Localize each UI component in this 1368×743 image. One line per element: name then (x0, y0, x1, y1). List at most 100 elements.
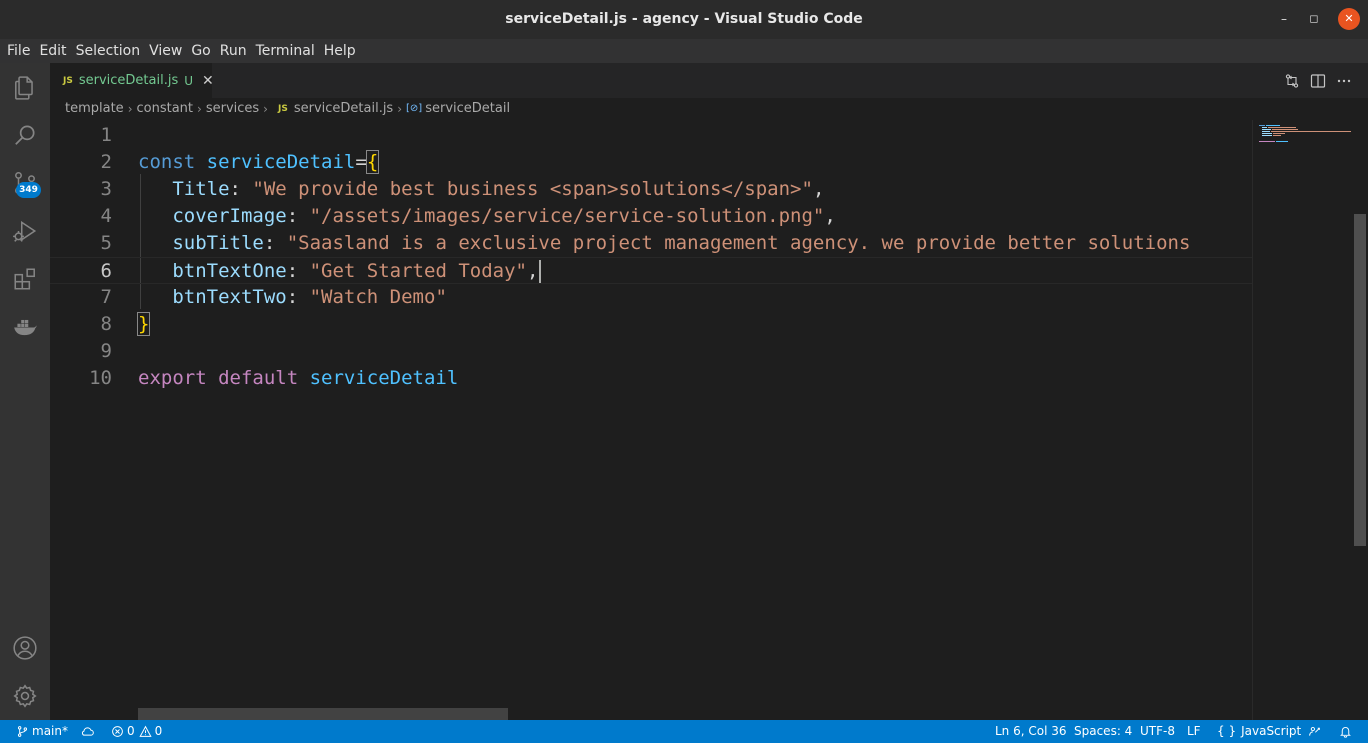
code-line[interactable]: 5 subTitle: "Saasland is a exclusive pro… (50, 230, 1252, 257)
code-token: btnTextTwo (172, 286, 287, 308)
code-token: , (824, 205, 836, 227)
maximize-button[interactable]: ◻ (1303, 8, 1325, 30)
code-token: , (526, 260, 539, 282)
menu-selection[interactable]: Selection (72, 39, 144, 63)
menu-edit[interactable]: Edit (35, 39, 69, 63)
code-token: "We provide best business <span>solution… (252, 178, 813, 200)
line-number: 1 (100, 124, 112, 146)
open-changes-icon[interactable] (1282, 71, 1302, 91)
code-token: : (286, 286, 310, 308)
code-editor[interactable]: 1 2 const serviceDetail={3 Title: "We prov… (50, 120, 1252, 720)
untracked-status: U (184, 73, 194, 88)
breadcrumb-file[interactable]: serviceDetail.js (294, 98, 393, 120)
breadcrumb: template › constant › services › JS serv… (65, 98, 510, 120)
more-actions-icon[interactable] (1334, 71, 1354, 91)
code-token: : (286, 205, 310, 227)
code-text: btnTextTwo: "Watch Demo" (138, 284, 447, 311)
code-text: subTitle: "Saasland is a exclusive proje… (138, 230, 1190, 257)
activity-bar: 349 (0, 63, 50, 720)
code-line[interactable]: 1 (50, 122, 1252, 149)
breadcrumb-constant[interactable]: constant (137, 98, 194, 120)
chevron-right-icon: › (197, 102, 202, 116)
menu-terminal[interactable]: Terminal (252, 39, 318, 63)
feedback-icon[interactable] (1308, 720, 1324, 743)
code-token: "Get Started Today" (309, 260, 527, 282)
code-line[interactable]: 3 Title: "We provide best business <span… (50, 176, 1252, 203)
menu-run[interactable]: Run (216, 39, 250, 63)
code-text: export default serviceDetail (138, 365, 458, 392)
code-line[interactable]: 4 coverImage: "/assets/images/service/se… (50, 203, 1252, 230)
text-cursor (539, 260, 541, 283)
horizontal-scrollbar-thumb[interactable] (138, 708, 508, 720)
code-token: serviceDetail (309, 367, 459, 389)
tab-servicedetail-js[interactable]: JS serviceDetail.js U ✕ (50, 63, 214, 98)
tab-close-icon[interactable]: ✕ (202, 73, 214, 89)
search-icon[interactable] (0, 111, 50, 159)
split-editor-icon[interactable] (1308, 71, 1328, 91)
chevron-right-icon: › (397, 102, 403, 116)
code-token: default (218, 367, 310, 389)
warning-icon (139, 725, 152, 737)
chevron-right-icon: › (127, 102, 133, 116)
settings-gear-icon[interactable] (0, 672, 50, 720)
line-number: 2 (100, 151, 112, 173)
sync-button[interactable] (81, 720, 97, 743)
account-icon[interactable] (0, 624, 50, 672)
code-line[interactable]: 10 export default serviceDetail (50, 365, 1252, 392)
minimap[interactable] (1252, 120, 1352, 720)
code-token: } (136, 312, 151, 336)
explorer-icon[interactable] (0, 64, 50, 112)
js-file-icon: JS (63, 75, 73, 86)
close-window-button[interactable]: ✕ (1338, 8, 1360, 30)
indentation-setting[interactable]: Spaces: 4 (1074, 720, 1132, 743)
code-line[interactable]: 7 btnTextTwo: "Watch Demo" (50, 284, 1252, 311)
code-line[interactable]: 2 const serviceDetail={ (50, 149, 1252, 176)
minimize-button[interactable]: – (1273, 8, 1295, 30)
status-bar: main* 0 0 Ln 6, Col 36 Spaces: 4 UTF-8 L… (0, 720, 1368, 743)
problems-indicator[interactable]: 0 0 (111, 720, 162, 743)
code-line[interactable]: 9 (50, 338, 1252, 365)
tab-label: serviceDetail.js (78, 73, 179, 88)
tab-bar: JS serviceDetail.js U ✕ (50, 63, 1368, 98)
error-icon (112, 726, 123, 737)
code-token: : (263, 232, 287, 254)
line-number: 5 (100, 232, 112, 254)
code-line[interactable]: 6 btnTextOne: "Get Started Today", (50, 257, 1252, 284)
notifications-bell-icon[interactable] (1339, 720, 1355, 743)
code-line[interactable]: 8} (50, 311, 1252, 338)
code-token: Title (172, 178, 230, 200)
menu-file[interactable]: File (0, 39, 33, 63)
code-token: "Saasland is a exclusive project managem… (286, 232, 1191, 254)
menu-go[interactable]: Go (187, 39, 213, 63)
code-token: = (355, 151, 367, 173)
run-debug-icon[interactable] (0, 207, 50, 255)
docker-icon[interactable] (0, 303, 50, 351)
code-token: "/assets/images/service/service-solution… (309, 205, 825, 227)
cursor-position[interactable]: Ln 6, Col 36 (995, 720, 1067, 743)
code-token: const (138, 151, 207, 173)
breadcrumb-symbol[interactable]: serviceDetail (425, 98, 510, 120)
code-token: : (229, 178, 253, 200)
encoding-setting[interactable]: UTF-8 (1140, 720, 1175, 743)
extensions-icon[interactable] (0, 255, 50, 303)
code-token: "Watch Demo" (309, 286, 447, 308)
line-number: 9 (100, 340, 112, 362)
window-title: serviceDetail.js - agency - Visual Studi… (505, 11, 863, 27)
variable-symbol-icon: [⊘] (406, 103, 423, 114)
menu-help[interactable]: Help (320, 39, 359, 63)
line-number: 3 (100, 178, 112, 200)
vertical-scrollbar-thumb[interactable] (1354, 214, 1366, 546)
breadcrumb-services[interactable]: services (206, 98, 259, 120)
git-branch[interactable]: main* (16, 720, 68, 743)
menu-bar: File Edit Selection View Go Run Terminal… (0, 39, 1368, 63)
breadcrumb-template[interactable]: template (65, 98, 124, 120)
vertical-scrollbar[interactable] (1352, 120, 1368, 720)
warning-count: 0 (154, 724, 163, 738)
language-mode[interactable]: { } JavaScript (1217, 720, 1301, 743)
menu-view[interactable]: View (145, 39, 185, 63)
eol-setting[interactable]: LF (1187, 720, 1201, 743)
